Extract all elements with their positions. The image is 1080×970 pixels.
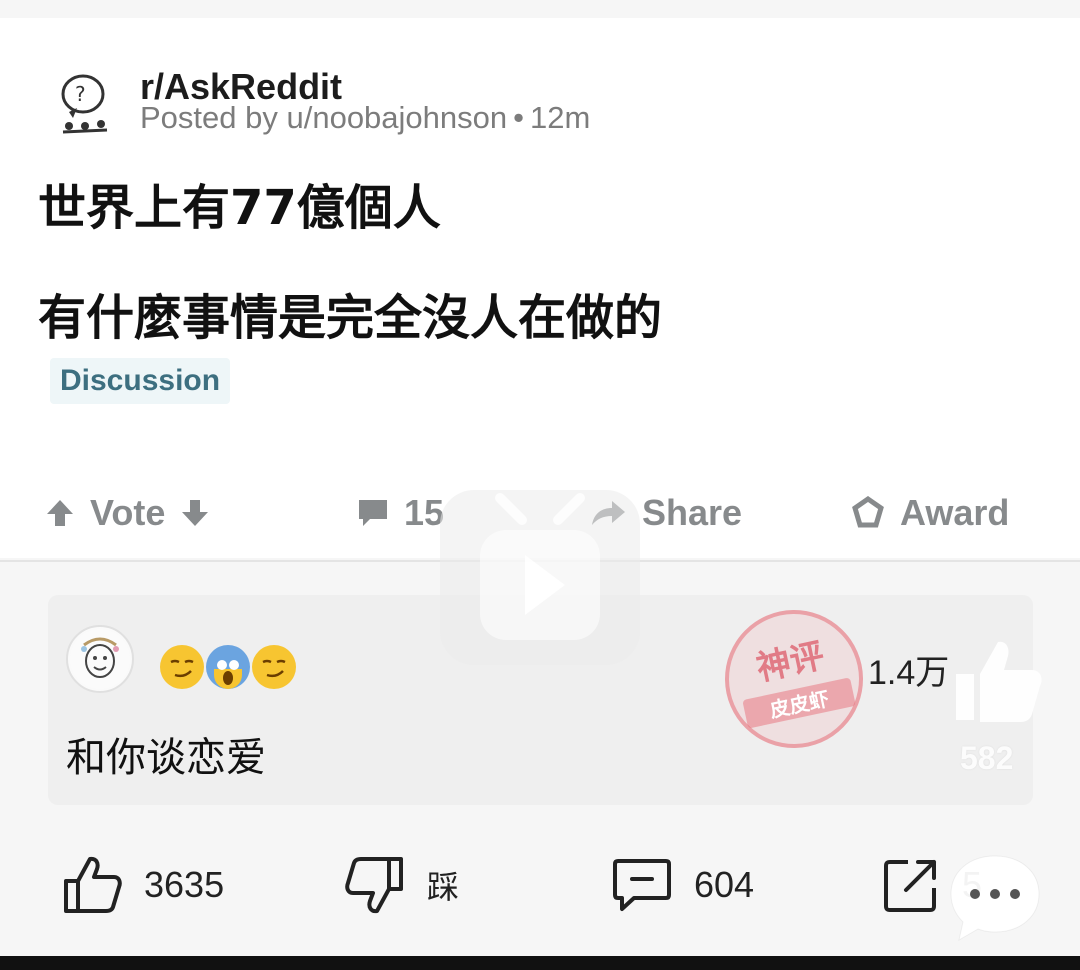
share-icon <box>884 860 936 912</box>
post-time: 12m <box>530 100 591 135</box>
video-play-overlay[interactable] <box>440 490 640 665</box>
post-meta: Posted by u/noobajohnson • 12m <box>140 100 590 136</box>
post-title-line-1[interactable]: 世界上有77億個人 <box>38 168 441 238</box>
post-flair[interactable]: Discussion <box>50 358 231 404</box>
comment-bubble-icon <box>613 859 671 911</box>
chat-bubble-icon[interactable] <box>945 850 1045 945</box>
award-button[interactable]: Award <box>850 488 1009 538</box>
side-like-count: 582 <box>960 740 1014 776</box>
dislike-button[interactable]: 踩 <box>345 845 459 925</box>
comment-button[interactable]: 604 <box>612 845 754 925</box>
comment-count: 15 <box>404 492 445 533</box>
share-label: Share <box>642 492 743 533</box>
comment-like-count: 1.4万 <box>868 654 950 692</box>
post-title-line-2[interactable]: 有什麼事情是完全沒人在做的 <box>38 278 662 348</box>
comments-button[interactable]: 15 <box>356 488 444 538</box>
side-like-icon[interactable] <box>948 630 1048 730</box>
commenter-emoji-name <box>160 645 296 689</box>
thumbs-down-icon <box>345 857 403 914</box>
smirking-face-icon <box>160 645 204 689</box>
thumbs-up-icon <box>64 856 122 913</box>
svg-text:?: ? <box>75 82 86 106</box>
award-icon <box>852 496 884 528</box>
comment-icon <box>359 500 387 526</box>
smirking-face-icon <box>252 645 296 689</box>
downvote-arrow-icon[interactable] <box>179 497 211 529</box>
dislike-label: 踩 <box>427 868 460 906</box>
screen-bottom-edge <box>0 956 1080 970</box>
like-button[interactable]: 3635 <box>62 845 224 925</box>
like-count: 3635 <box>144 864 225 905</box>
commenter-avatar-icon[interactable] <box>66 625 134 693</box>
subreddit-avatar-icon[interactable]: ? <box>55 68 115 138</box>
screaming-face-icon <box>206 645 250 689</box>
upvote-arrow-icon[interactable] <box>44 497 76 529</box>
comment-text[interactable]: 和你谈恋爱 <box>66 725 266 783</box>
comment-count: 604 <box>694 864 755 905</box>
posted-by[interactable]: Posted by u/noobajohnson <box>140 100 507 135</box>
vote-control: Vote <box>44 488 211 538</box>
reddit-post-card: ? r/AskReddit Posted by u/noobajohnson • 1… <box>0 18 1080 558</box>
vote-label: Vote <box>90 492 166 533</box>
award-label: Award <box>900 492 1010 533</box>
meta-dot: • <box>513 100 524 135</box>
bottom-action-bar: 3635 踩 604 5 <box>0 845 1080 925</box>
play-icon <box>480 493 600 640</box>
